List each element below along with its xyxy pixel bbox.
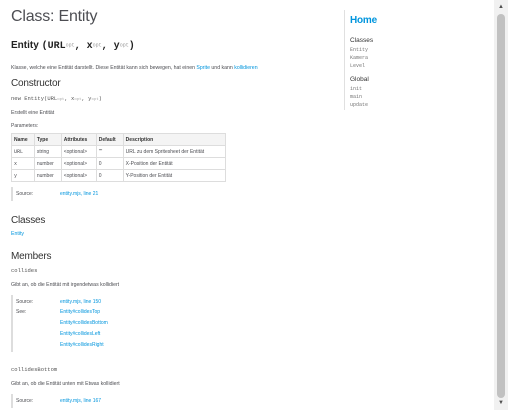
vertical-scrollbar[interactable]: ▲ ▼ <box>494 0 508 410</box>
source-link[interactable]: entity.mjs, line 167 <box>60 398 101 404</box>
col-name: Name <box>11 133 35 146</box>
page-title: Class: Entity <box>11 8 98 25</box>
col-type: Type <box>33 133 62 146</box>
see-link[interactable]: Entity#collidesBottom <box>60 320 108 326</box>
scrollbar-thumb[interactable] <box>497 14 505 398</box>
nav-item[interactable]: Entity <box>350 47 368 53</box>
params-header-row: Name Type Attributes Default Description <box>11 133 227 146</box>
constructor-source: Source: entity.mjs, line 21 <box>11 187 331 201</box>
nav-item[interactable]: main <box>350 94 362 100</box>
member-description: Gibt an, ob die Entität unten mit Etwas … <box>11 381 120 387</box>
member-description: Gibt an, ob die Entität mit irgendetwas … <box>11 282 120 288</box>
classes-heading: Classes <box>11 215 46 226</box>
scroll-down-icon[interactable]: ▼ <box>494 398 508 408</box>
see-link[interactable]: Entity#collidesTop <box>60 309 100 315</box>
source-link[interactable]: entity.mjs, line 21 <box>60 191 98 197</box>
col-default: Default <box>95 133 124 146</box>
member-details: Source: entity.mjs, line 167 <box>11 394 331 408</box>
constructor-heading: Constructor <box>11 78 61 89</box>
main-content: Class: Entity Entity (URLopt, xopt, yopt… <box>11 8 331 408</box>
col-description: Description <box>122 133 227 146</box>
see-link[interactable]: Entity#collidesLeft <box>60 331 100 337</box>
col-attributes: Attributes <box>60 133 97 146</box>
member-name: collidesBottom <box>11 366 58 373</box>
member-details: Source: entity.mjs, line 150 See: Entity… <box>11 295 331 352</box>
opt-tag: opt <box>92 42 102 49</box>
constructor-description: Erstellt eine Entität <box>11 110 55 116</box>
constructor-signature: new Entity(URLopt, xopt, yopt) <box>11 95 102 102</box>
entity-class-link[interactable]: Entity <box>11 231 24 237</box>
params-label: Parameters: <box>11 123 39 129</box>
source-link[interactable]: entity.mjs, line 150 <box>60 299 101 305</box>
scroll-up-icon[interactable]: ▲ <box>494 2 508 12</box>
class-signature: Entity (URLopt, xopt, yopt) <box>11 40 135 52</box>
home-link[interactable]: Home <box>350 15 377 26</box>
nav-item[interactable]: update <box>350 102 368 108</box>
side-nav: Home Classes Entity Kamera Level Global … <box>344 10 450 110</box>
nav-item[interactable]: Level <box>350 63 365 69</box>
class-description: Klasse, welche eine Entität darstellt. D… <box>11 65 258 71</box>
nav-global-heading: Global <box>350 76 369 83</box>
nav-item[interactable]: Kamera <box>350 55 368 61</box>
table-row: y number <optional> 0 Y-Position der Ent… <box>11 169 227 182</box>
member-name: collides <box>11 267 38 274</box>
kollidieren-link[interactable]: kollidieren <box>234 65 257 71</box>
table-row: URL string <optional> "" URL zu dem Spri… <box>11 145 227 158</box>
params-table: Name Type Attributes Default Description… <box>11 133 227 182</box>
signature-param: URL <box>47 41 66 52</box>
see-link[interactable]: Entity#collidesRight <box>60 342 104 348</box>
opt-tag: opt <box>119 42 129 49</box>
members-heading: Members <box>11 251 52 262</box>
table-row: x number <optional> 0 X-Position der Ent… <box>11 157 227 170</box>
nav-classes-heading: Classes <box>350 37 374 44</box>
nav-item[interactable]: init <box>350 86 362 92</box>
opt-tag: opt <box>65 42 75 49</box>
sprite-link[interactable]: Sprite <box>196 65 210 71</box>
signature-name: Entity <box>11 40 39 51</box>
